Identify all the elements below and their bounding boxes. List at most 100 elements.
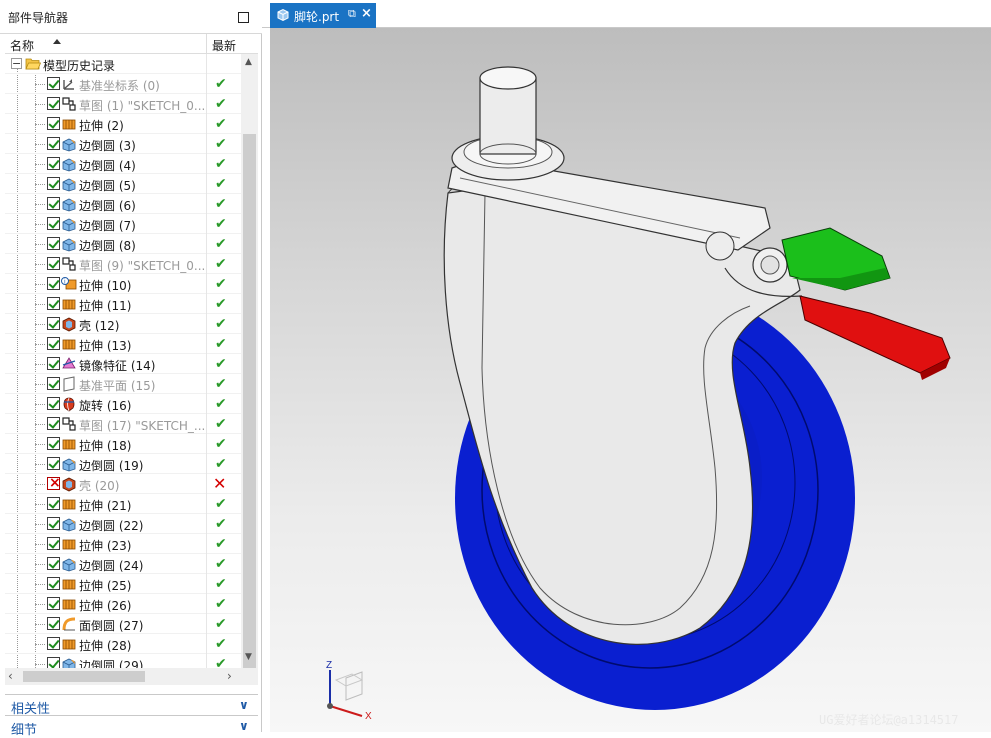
visibility-checkbox[interactable] (47, 237, 60, 250)
column-header-name[interactable]: 名称 (10, 37, 34, 54)
chevron-down-icon[interactable]: ∨ (239, 698, 249, 712)
visibility-checkbox[interactable] (47, 137, 60, 150)
scroll-up-icon[interactable]: ▲ (245, 57, 252, 67)
sketch-icon (62, 97, 76, 111)
up-to-date-icon: ✔ (215, 356, 227, 372)
coordinate-triad: Z X (326, 660, 372, 722)
visibility-checkbox[interactable] (47, 457, 60, 470)
tree-row[interactable]: 拉伸 (25) ✔ (5, 574, 241, 594)
visibility-checkbox[interactable] (47, 257, 60, 270)
visibility-checkbox[interactable] (47, 377, 60, 390)
visibility-checkbox[interactable] (47, 297, 60, 310)
pin-icon[interactable]: ⧉ (348, 7, 356, 21)
tree-row[interactable]: 基准平面 (15) ✔ (5, 374, 241, 394)
tree-row[interactable]: 边倒圆 (5) ✔ (5, 174, 241, 194)
tree-row[interactable]: 面倒圆 (27) ✔ (5, 614, 241, 634)
visibility-checkbox[interactable] (47, 317, 60, 330)
tree-row[interactable]: 拉伸 (26) ✔ (5, 594, 241, 614)
visibility-checkbox[interactable] (47, 357, 60, 370)
tree-row[interactable]: 拉伸 (2) ✔ (5, 114, 241, 134)
visibility-checkbox[interactable] (47, 397, 60, 410)
tree-row[interactable]: 边倒圆 (6) ✔ (5, 194, 241, 214)
tab-label: 脚轮.prt (294, 10, 340, 24)
feature-label: 草图 (9) "SKETCH_0... (79, 259, 205, 273)
column-divider[interactable] (206, 34, 207, 54)
feature-label: 拉伸 (11) (79, 299, 132, 313)
tree-row[interactable]: 拉伸 (21) ✔ (5, 494, 241, 514)
scrollbar-thumb[interactable] (243, 134, 256, 669)
tree-row[interactable]: 拉伸 (28) ✔ (5, 634, 241, 654)
tree-connector (35, 84, 45, 85)
visibility-checkbox[interactable] (47, 537, 60, 550)
visibility-checkbox[interactable] (47, 77, 60, 90)
tree-row[interactable]: 拉伸 (18) ✔ (5, 434, 241, 454)
caster-wheel-model[interactable]: Z X (270, 28, 991, 732)
chevron-down-icon[interactable]: ∨ (239, 719, 249, 733)
visibility-checkbox[interactable] (47, 157, 60, 170)
tree-row[interactable]: 拉伸 (13) ✔ (5, 334, 241, 354)
visibility-checkbox[interactable] (47, 277, 60, 290)
tree-row[interactable]: 旋转 (16) ✔ (5, 394, 241, 414)
tree-row[interactable]: 草图 (9) "SKETCH_0... ✔ (5, 254, 241, 274)
vertical-scrollbar[interactable]: ▲ ▼ (241, 54, 258, 669)
tree-row[interactable]: 边倒圆 (24) ✔ (5, 554, 241, 574)
visibility-checkbox[interactable] (47, 617, 60, 630)
tree-row[interactable]: 边倒圆 (19) ✔ (5, 454, 241, 474)
tree-root-row[interactable]: − 模型历史记录 (5, 54, 241, 74)
visibility-checkbox[interactable] (47, 417, 60, 430)
visibility-checkbox[interactable] (47, 497, 60, 510)
visibility-checkbox[interactable] (47, 597, 60, 610)
brake-lever-red[interactable] (799, 295, 951, 380)
tree-row[interactable]: 基准坐标系 (0) ✔ (5, 74, 241, 94)
visibility-checkbox[interactable] (47, 517, 60, 530)
tree-row[interactable]: 草图 (17) "SKETCH_... ✔ (5, 414, 241, 434)
tree-row[interactable]: 壳 (20) ✕ (5, 474, 241, 494)
collapse-icon[interactable]: − (11, 58, 22, 69)
graphics-viewport[interactable]: Z X UG爱好者论坛@a1314517 (270, 28, 991, 732)
scrollbar-thumb[interactable] (23, 671, 145, 682)
tree-connector (35, 584, 45, 585)
maximize-icon[interactable] (238, 12, 249, 23)
scroll-down-icon[interactable]: ▼ (245, 652, 252, 662)
visibility-checkbox[interactable] (47, 217, 60, 230)
visibility-checkbox[interactable] (47, 337, 60, 350)
visibility-checkbox[interactable] (47, 657, 60, 668)
feature-label: 拉伸 (25) (79, 579, 132, 593)
visibility-checkbox[interactable] (47, 557, 60, 570)
tree-row[interactable]: 边倒圆 (22) ✔ (5, 514, 241, 534)
tree-row[interactable]: 草图 (1) "SKETCH_0... ✔ (5, 94, 241, 114)
horizontal-scrollbar[interactable]: ‹ › (5, 668, 258, 685)
column-header-latest[interactable]: 最新 (212, 37, 236, 54)
tree-row[interactable]: 边倒圆 (7) ✔ (5, 214, 241, 234)
visibility-checkbox[interactable] (47, 577, 60, 590)
feature-label: 边倒圆 (19) (79, 459, 144, 473)
scroll-left-icon[interactable]: ‹ (8, 669, 13, 683)
tree-row[interactable]: 拉伸 (23) ✔ (5, 534, 241, 554)
feature-label: 边倒圆 (6) (79, 199, 136, 213)
tree-row[interactable]: 边倒圆 (29) ✔ (5, 654, 241, 668)
section-dependencies[interactable]: 相关性 ∨ (5, 694, 258, 717)
visibility-checkbox[interactable] (47, 437, 60, 450)
latest-cell: ✔ (206, 294, 241, 314)
visibility-checkbox[interactable] (47, 97, 60, 110)
scroll-right-icon[interactable]: › (227, 669, 232, 683)
visibility-checkbox[interactable] (47, 177, 60, 190)
tab-part-file[interactable]: 脚轮.prt ⧉ × (270, 3, 376, 28)
navigator-title: 部件导航器 (8, 11, 69, 25)
visibility-checkbox[interactable] (47, 637, 60, 650)
feature-label: 边倒圆 (8) (79, 239, 136, 253)
tree-row[interactable]: 壳 (12) ✔ (5, 314, 241, 334)
tree-row[interactable]: 边倒圆 (4) ✔ (5, 154, 241, 174)
tree-row[interactable]: 拉伸 (11) ✔ (5, 294, 241, 314)
suppressed-checkbox[interactable] (47, 475, 61, 491)
tree-row[interactable]: i 拉伸 (10) ✔ (5, 274, 241, 294)
visibility-checkbox[interactable] (47, 117, 60, 130)
latest-cell: ✔ (206, 234, 241, 254)
tree-row[interactable]: 边倒圆 (3) ✔ (5, 134, 241, 154)
up-to-date-icon: ✔ (215, 576, 227, 592)
section-details[interactable]: 细节 ∨ (5, 715, 258, 738)
tree-row[interactable]: 边倒圆 (8) ✔ (5, 234, 241, 254)
close-icon[interactable]: × (361, 6, 372, 21)
tree-row[interactable]: 镜像特征 (14) ✔ (5, 354, 241, 374)
visibility-checkbox[interactable] (47, 197, 60, 210)
